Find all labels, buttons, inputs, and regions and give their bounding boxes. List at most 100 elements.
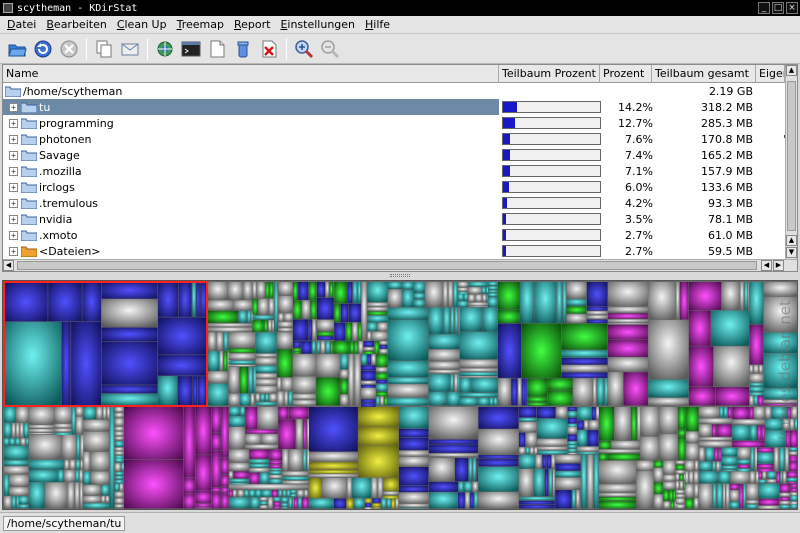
treemap-tile[interactable] <box>309 477 322 498</box>
treemap-tile[interactable] <box>614 407 631 441</box>
treemap-tile[interactable] <box>288 407 309 419</box>
trash-icon[interactable] <box>232 38 254 60</box>
treemap-tile[interactable] <box>361 399 376 403</box>
treemap-tile[interactable] <box>611 440 640 449</box>
treemap-tile[interactable] <box>425 282 443 308</box>
expand-icon[interactable]: + <box>9 118 18 128</box>
treemap-tile[interactable] <box>197 376 207 406</box>
treemap-tile[interactable] <box>281 503 289 507</box>
copy-icon[interactable] <box>93 38 115 60</box>
treemap-tile[interactable] <box>290 490 297 494</box>
treemap-tile[interactable] <box>221 493 229 509</box>
treemap-tile[interactable] <box>316 297 334 320</box>
treemap-tile[interactable] <box>361 387 376 399</box>
treemap-tile[interactable] <box>457 293 464 301</box>
document-icon[interactable] <box>206 38 228 60</box>
treemap-tile[interactable] <box>333 341 350 354</box>
treemap-tile[interactable] <box>685 407 699 432</box>
treemap-tile[interactable] <box>4 460 29 466</box>
treemap-tile[interactable] <box>293 319 308 341</box>
treemap-tile[interactable] <box>101 327 158 342</box>
treemap-tile[interactable] <box>273 505 281 509</box>
treemap-tile[interactable] <box>721 469 738 471</box>
treemap-tile[interactable] <box>586 306 608 311</box>
treemap-tile[interactable] <box>555 407 568 419</box>
treemap-tile[interactable] <box>61 321 71 406</box>
treemap-tile[interactable] <box>208 300 233 311</box>
expand-icon[interactable]: + <box>9 150 18 160</box>
column-subtree-percent[interactable]: Teilbaum Prozent <box>499 65 600 83</box>
treemap-tile[interactable] <box>290 494 297 497</box>
treemap-tile[interactable] <box>367 282 388 303</box>
treemap-tile[interactable] <box>746 483 759 500</box>
treemap-tile[interactable] <box>177 376 193 406</box>
treemap-tile[interactable] <box>350 341 354 354</box>
treemap-tile[interactable] <box>761 425 765 441</box>
treemap-tile[interactable] <box>4 474 9 496</box>
treemap-tile[interactable] <box>519 407 537 418</box>
treemap-tile[interactable] <box>721 465 738 470</box>
treemap-tile[interactable] <box>211 407 221 433</box>
treemap-tile[interactable] <box>566 306 587 314</box>
treemap-tile[interactable] <box>301 300 310 319</box>
treemap-tile[interactable] <box>749 382 764 387</box>
treemap-tile[interactable] <box>519 504 555 509</box>
treemap-tile[interactable] <box>586 319 608 324</box>
treemap-tile[interactable] <box>758 471 763 480</box>
treemap-tile[interactable] <box>195 407 212 455</box>
treemap-tile[interactable] <box>364 503 372 507</box>
treemap-tile[interactable] <box>388 307 429 320</box>
treemap-tile[interactable] <box>388 384 429 398</box>
treemap-tile[interactable] <box>376 354 388 367</box>
treemap-tile[interactable] <box>689 471 694 484</box>
treemap-tile[interactable] <box>678 407 686 429</box>
treemap-tile[interactable] <box>498 309 520 324</box>
treemap-tile[interactable] <box>345 322 352 341</box>
treemap-tile[interactable] <box>83 431 110 452</box>
treemap-tile[interactable] <box>636 471 654 509</box>
treemap-tile[interactable] <box>537 450 568 455</box>
treemap-tile[interactable] <box>785 447 789 471</box>
treemap-tile[interactable] <box>379 349 388 354</box>
treemap-tile[interactable] <box>255 379 277 386</box>
treemap-tile[interactable] <box>325 341 331 354</box>
scroll-up-icon[interactable]: ▲ <box>786 65 797 76</box>
treemap-tile[interactable] <box>399 437 429 451</box>
treemap-tile[interactable] <box>546 454 552 469</box>
treemap-tile[interactable] <box>790 495 797 502</box>
treemap-tile[interactable] <box>486 294 488 302</box>
treemap-tile[interactable] <box>282 490 287 497</box>
treemap-tile[interactable] <box>428 334 460 349</box>
treemap-tile[interactable] <box>233 300 252 311</box>
treemap-tile[interactable] <box>388 282 402 289</box>
treemap-tile[interactable] <box>478 455 519 459</box>
treemap-tile[interactable] <box>527 378 547 397</box>
treemap-tile[interactable] <box>383 477 399 491</box>
treemap-tile[interactable] <box>377 322 388 332</box>
treemap-tile[interactable] <box>679 481 684 490</box>
treemap-tile[interactable] <box>286 490 291 497</box>
treemap-tile[interactable] <box>454 374 458 392</box>
treemap-tile[interactable] <box>566 314 587 324</box>
treemap-tile[interactable] <box>458 374 460 392</box>
expand-icon[interactable]: + <box>9 182 18 192</box>
treemap-tile[interactable] <box>640 436 659 461</box>
treemap-tile[interactable] <box>4 282 48 322</box>
treemap-tile[interactable] <box>739 483 743 509</box>
treemap-tile[interactable] <box>249 459 269 464</box>
treemap-tile[interactable] <box>376 391 388 396</box>
treemap-tile[interactable] <box>208 371 229 384</box>
treemap-tile[interactable] <box>74 482 80 509</box>
treemap-tile[interactable] <box>447 392 460 406</box>
treemap-tile[interactable] <box>519 469 534 497</box>
treemap-tile[interactable] <box>663 474 676 482</box>
treemap-tile[interactable] <box>258 298 269 315</box>
treemap-tile[interactable] <box>358 426 399 445</box>
menu-hilfe[interactable]: Hilfe <box>360 18 395 31</box>
treemap-tile[interactable] <box>178 282 192 317</box>
treemap-tile[interactable] <box>746 504 759 509</box>
treemap-tile[interactable] <box>4 321 62 406</box>
treemap-tile[interactable] <box>599 449 640 454</box>
treemap-tile[interactable] <box>372 507 381 509</box>
treemap-tile[interactable] <box>767 479 776 483</box>
